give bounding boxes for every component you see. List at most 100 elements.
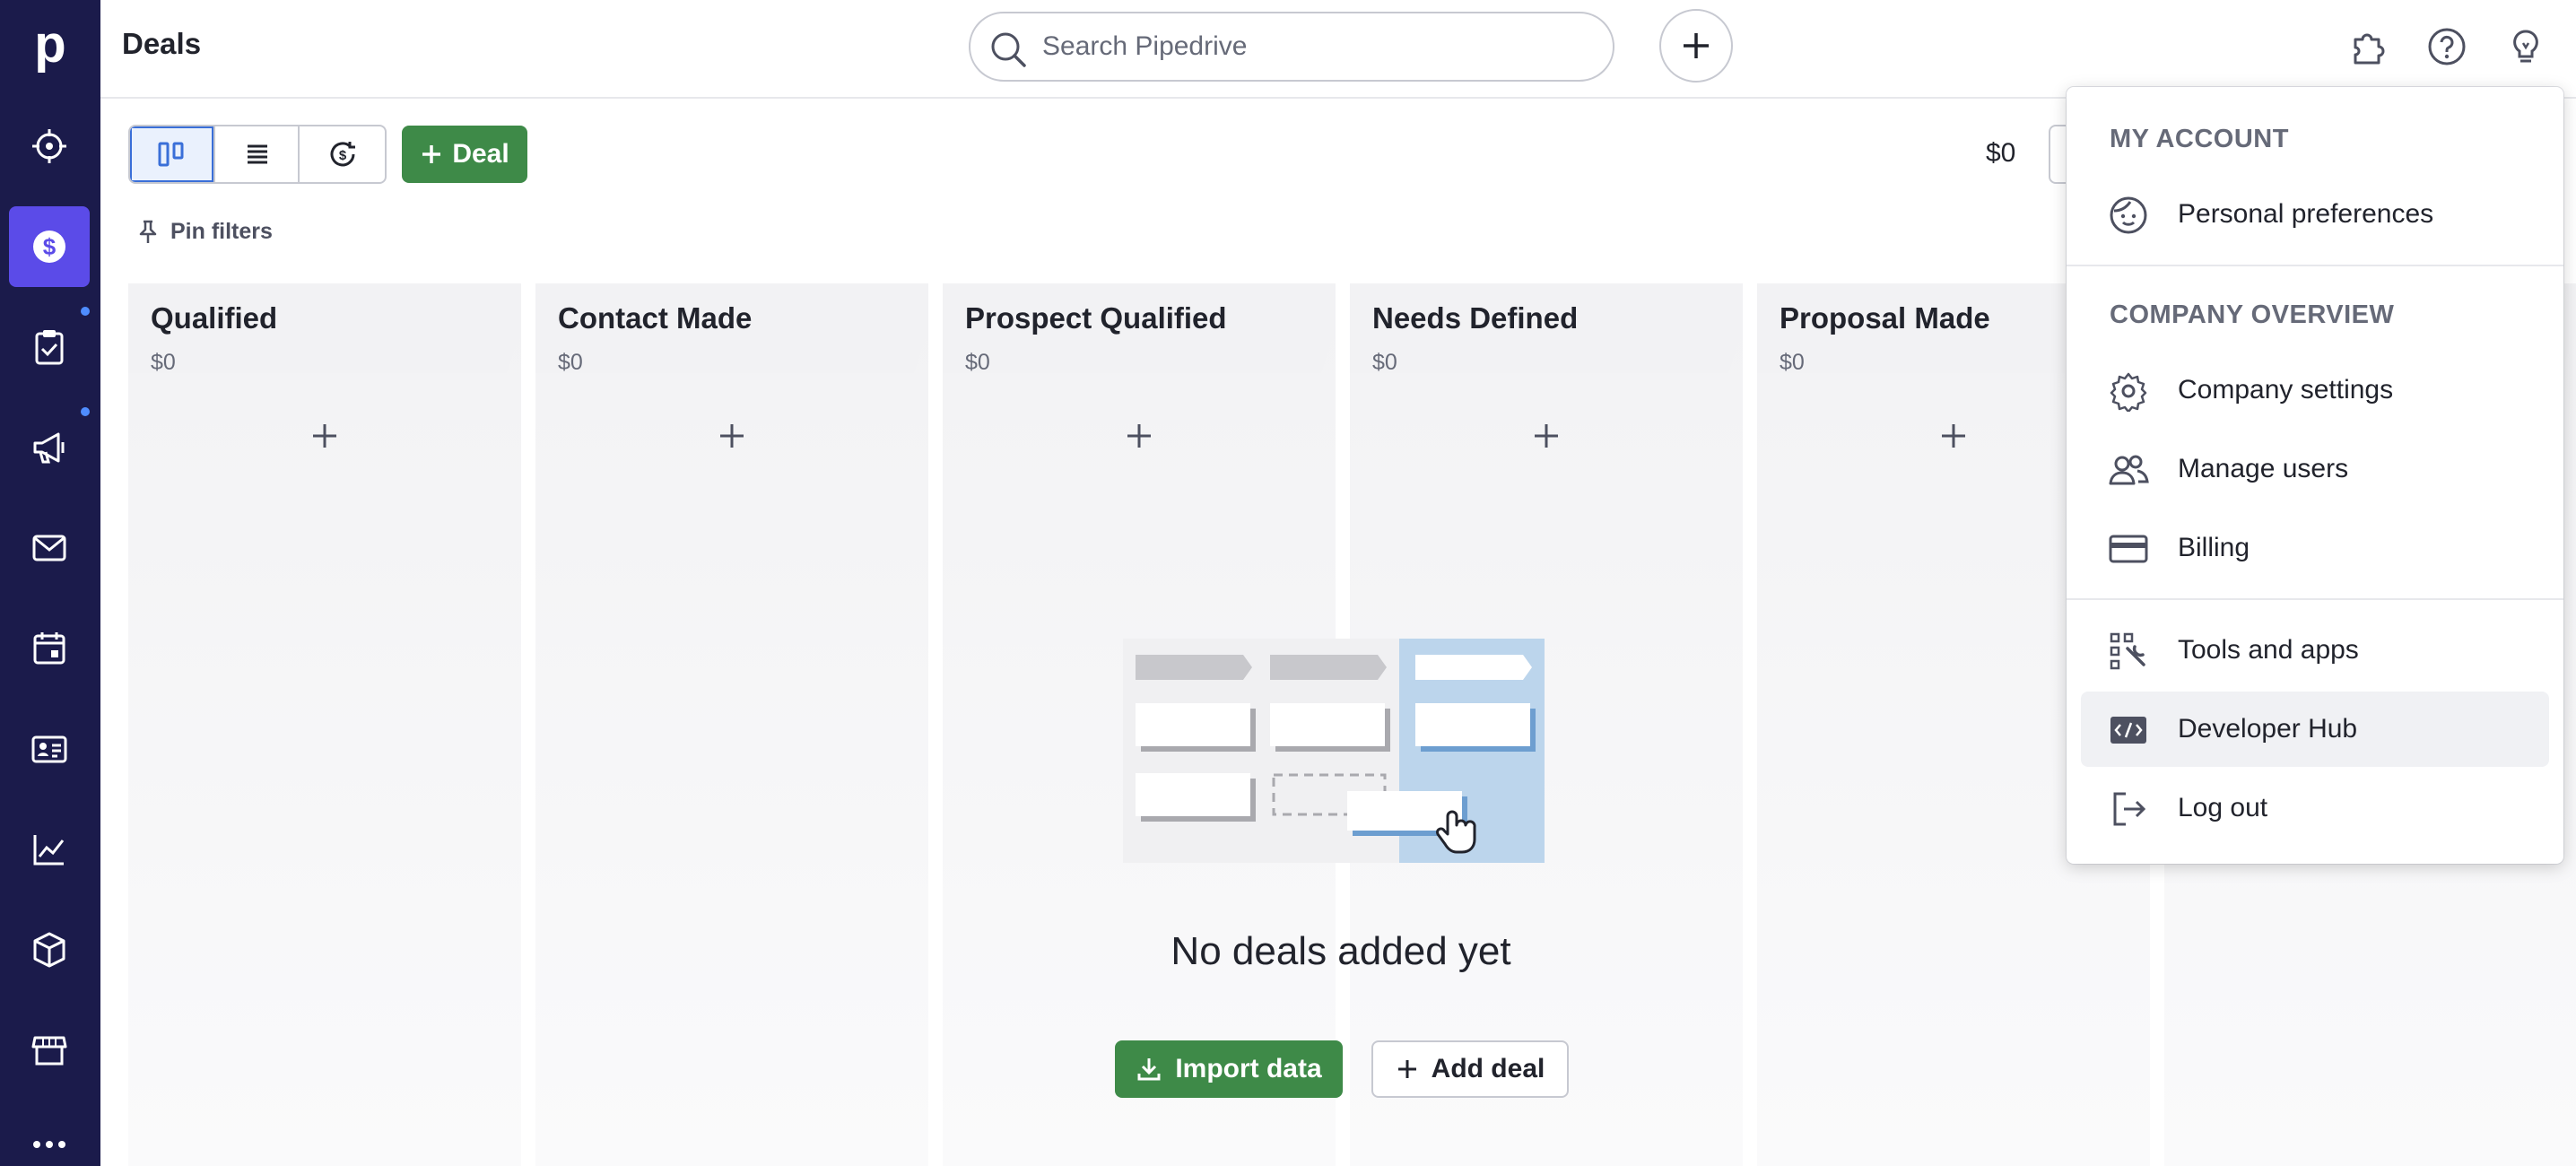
tools-and-apps-item[interactable]: Tools and apps <box>2081 613 2549 688</box>
help-button[interactable] <box>2422 22 2472 72</box>
billing-item[interactable]: Billing <box>2081 510 2549 586</box>
empty-state-title: No deals added yet <box>1171 929 1511 973</box>
insights-nav-button[interactable] <box>9 809 90 890</box>
top-header: Deals R <box>100 0 2576 99</box>
plus-icon <box>1535 424 1558 448</box>
plus-icon <box>720 424 744 448</box>
stage-add-deal-button[interactable] <box>298 409 352 463</box>
menu-divider <box>2067 598 2563 600</box>
pin-filters-label: Pin filters <box>170 219 273 244</box>
forecast-icon: $ <box>330 142 355 167</box>
calendar-icon <box>33 632 65 665</box>
more-dots-icon <box>33 1141 65 1148</box>
developer-hub-item[interactable]: Developer Hub <box>2081 692 2549 767</box>
stage-add-deal-button[interactable] <box>705 409 759 463</box>
envelope-icon <box>32 535 66 561</box>
manage-users-label: Manage users <box>2178 454 2349 483</box>
log-out-label: Log out <box>2178 793 2268 822</box>
forecast-view-button[interactable]: $ <box>300 126 385 182</box>
activities-nav-button[interactable] <box>9 307 90 387</box>
stage-add-deal-button[interactable] <box>1927 409 1980 463</box>
calendar-nav-button[interactable] <box>9 608 90 689</box>
empty-pipeline-illustration <box>1123 639 1545 863</box>
plus-icon <box>422 145 441 163</box>
dollar-circle-icon: $ <box>33 231 65 263</box>
svg-text:$: $ <box>43 233 57 260</box>
stage-value: $0 <box>151 350 176 375</box>
log-out-item[interactable]: Log out <box>2081 770 2549 846</box>
svg-text:$: $ <box>338 148 346 163</box>
menu-divider <box>2067 265 2563 266</box>
global-search[interactable] <box>969 12 1614 82</box>
extensions-button[interactable] <box>2343 22 2393 72</box>
smiley-face-icon <box>2110 196 2147 234</box>
stage-name: Proposal Made <box>1780 301 1990 335</box>
pipedrive-logo[interactable]: p <box>27 18 74 72</box>
search-input[interactable] <box>1042 26 1580 67</box>
company-overview-heading: COMPANY OVERVIEW <box>2110 300 2395 329</box>
list-icon <box>248 144 267 164</box>
personal-preferences-label: Personal preferences <box>2178 199 2434 229</box>
deals-nav-button[interactable]: $ <box>9 206 90 287</box>
stage-value: $0 <box>1372 350 1397 375</box>
storefront-icon <box>31 1036 67 1066</box>
stage-value: $0 <box>1780 350 1805 375</box>
developer-hub-label: Developer Hub <box>2178 714 2358 744</box>
my-account-heading: MY ACCOUNT <box>2110 125 2289 153</box>
stage-column: Contact Made $0 <box>535 283 928 1166</box>
puzzle-piece-icon <box>2354 33 2385 65</box>
activities-notification-dot <box>81 307 90 316</box>
add-deal-button[interactable]: Add deal <box>1371 1040 1569 1098</box>
plus-icon <box>313 424 336 448</box>
gear-icon <box>2110 372 2147 412</box>
pipeline-total: $0 <box>1986 138 2016 168</box>
add-deal-toolbar-button[interactable]: Deal <box>402 126 527 183</box>
pipeline-view-button[interactable] <box>130 126 215 182</box>
manage-users-item[interactable]: Manage users <box>2081 431 2549 507</box>
account-menu: MY ACCOUNT Personal preferences COMPANY … <box>2067 87 2563 864</box>
list-view-button[interactable] <box>215 126 300 182</box>
plus-icon <box>1684 33 1709 58</box>
box-icon <box>33 932 65 968</box>
stage-name: Needs Defined <box>1372 301 1579 335</box>
products-nav-button[interactable] <box>9 909 90 990</box>
help-circle-icon <box>2428 28 2466 65</box>
download-icon <box>1137 1058 1161 1081</box>
leads-nav-button[interactable] <box>9 106 90 187</box>
users-icon <box>2109 455 2149 485</box>
kanban-icon <box>158 142 184 167</box>
more-nav-button[interactable] <box>9 1110 90 1164</box>
marketplace-nav-button[interactable] <box>9 1010 90 1091</box>
stage-value: $0 <box>965 350 990 375</box>
stage-value: $0 <box>558 350 583 375</box>
mail-nav-button[interactable] <box>9 508 90 588</box>
left-nav-rail: p $ <box>0 0 100 1166</box>
plus-icon <box>1397 1060 1416 1078</box>
logout-icon <box>2113 792 2146 826</box>
target-icon <box>32 129 66 163</box>
import-data-label: Import data <box>1175 1054 1322 1083</box>
line-chart-icon <box>33 835 65 866</box>
personal-preferences-item[interactable]: Personal preferences <box>2081 177 2549 252</box>
developer-hub-icon <box>2110 717 2146 744</box>
tools-grid-icon <box>2110 632 2145 670</box>
stage-add-deal-button[interactable] <box>1519 409 1573 463</box>
contacts-nav-button[interactable] <box>9 709 90 789</box>
pin-icon <box>139 220 157 243</box>
campaigns-nav-button[interactable] <box>9 407 90 488</box>
tools-and-apps-label: Tools and apps <box>2178 635 2359 665</box>
add-deal-label: Add deal <box>1431 1054 1545 1083</box>
stage-column: Qualified $0 <box>128 283 521 1166</box>
add-deal-toolbar-label: Deal <box>452 139 509 169</box>
stage-add-deal-button[interactable] <box>1112 409 1166 463</box>
search-icon <box>991 32 1026 67</box>
company-settings-item[interactable]: Company settings <box>2081 352 2549 428</box>
campaigns-notification-dot <box>81 407 90 416</box>
stage-name: Contact Made <box>558 301 753 335</box>
tips-button[interactable] <box>2501 22 2551 72</box>
pin-filters-button[interactable]: Pin filters <box>136 219 273 245</box>
clipboard-check-icon <box>35 330 64 365</box>
quick-add-button[interactable] <box>1659 9 1733 83</box>
view-switcher: $ <box>128 125 387 184</box>
import-data-button[interactable]: Import data <box>1115 1040 1343 1098</box>
